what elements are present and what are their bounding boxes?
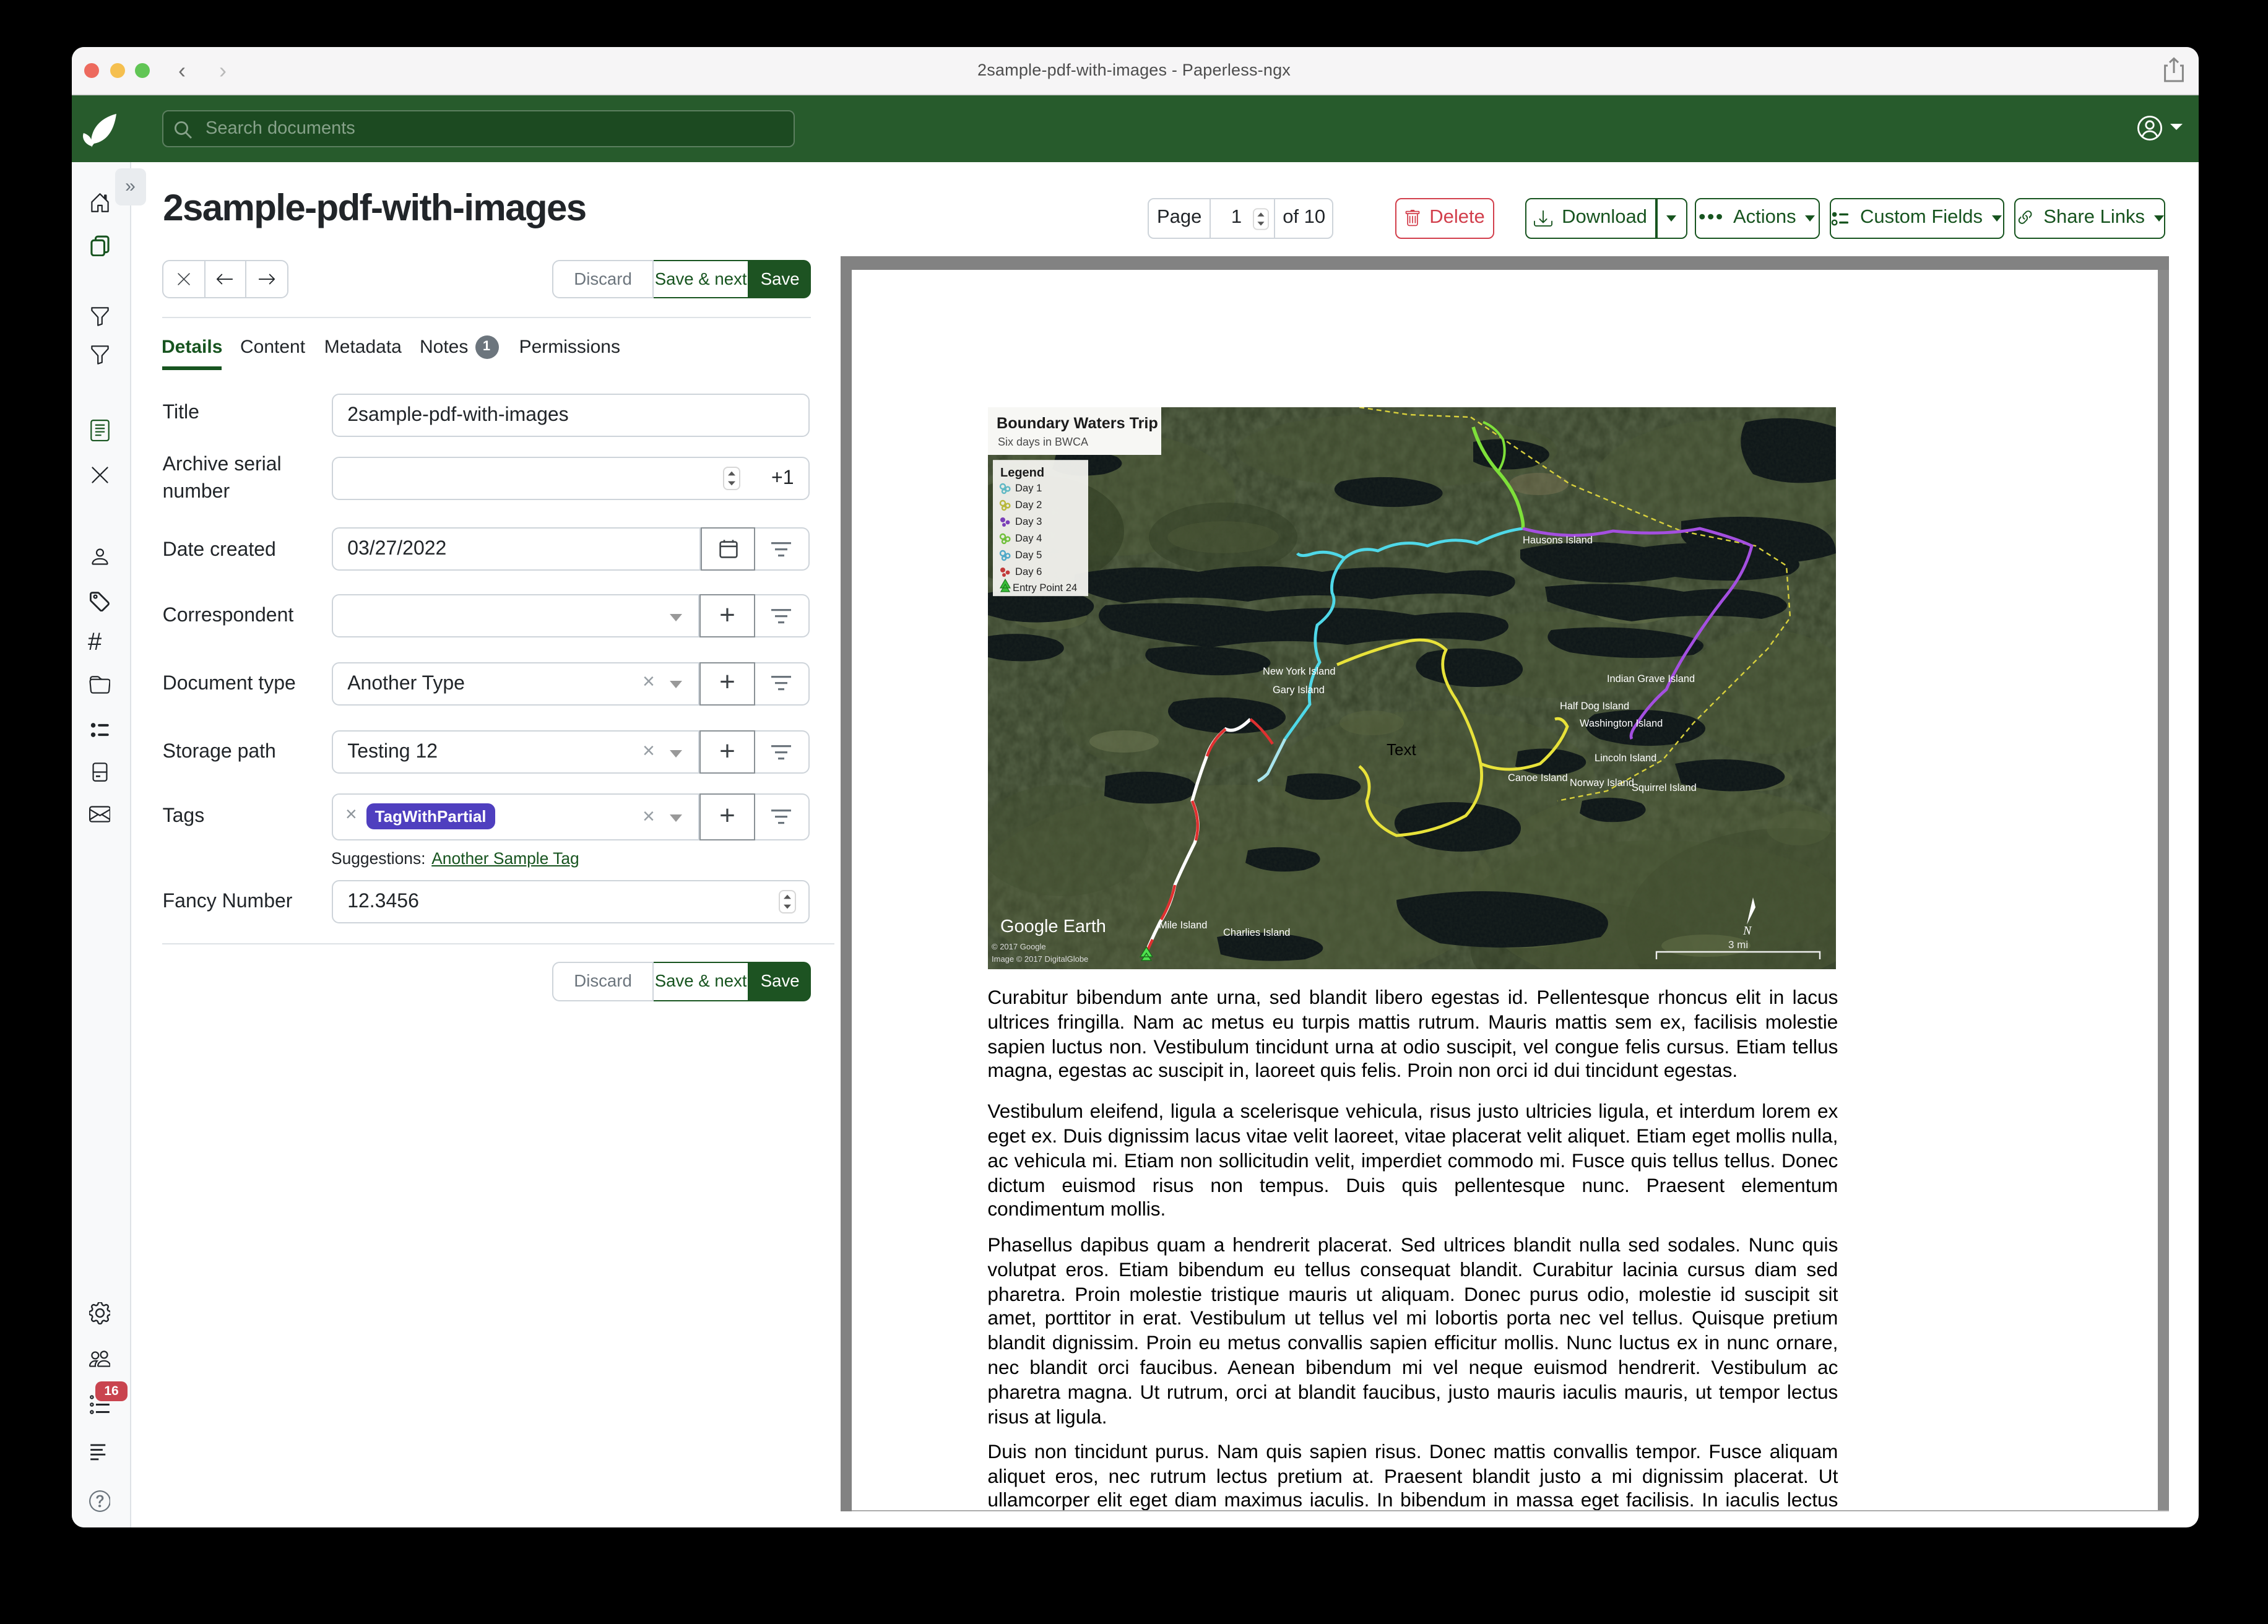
svg-text:Mile Island: Mile Island (1158, 920, 1206, 931)
svg-text:Legend: Legend (1000, 467, 1044, 480)
svg-text:Day 5: Day 5 (1015, 550, 1041, 561)
svg-text:© 2017 Google: © 2017 Google (991, 943, 1045, 952)
svg-text:Canoe Island: Canoe Island (1507, 773, 1567, 784)
svg-text:Hausons Island: Hausons Island (1522, 535, 1592, 546)
svg-text:Day 1: Day 1 (1015, 483, 1041, 495)
svg-text:Half Dog Island: Half Dog Island (1559, 701, 1629, 712)
svg-text:Day 6: Day 6 (1015, 566, 1041, 578)
svg-text:Charlies Island: Charlies Island (1223, 928, 1289, 939)
svg-text:New York Island: New York Island (1262, 667, 1335, 678)
svg-text:Six days in BWCA: Six days in BWCA (997, 436, 1088, 449)
svg-text:Squirrel Island: Squirrel Island (1631, 783, 1696, 794)
svg-text:Image © 2017 DigitalGlobe: Image © 2017 DigitalGlobe (991, 955, 1088, 964)
svg-text:Boundary Waters Trip: Boundary Waters Trip (996, 415, 1158, 433)
svg-text:Day 2: Day 2 (1015, 499, 1041, 511)
svg-text:Day 3: Day 3 (1015, 516, 1041, 528)
svg-text:Washington Island: Washington Island (1579, 719, 1662, 730)
svg-text:N: N (1742, 925, 1752, 938)
svg-text:Norway Island: Norway Island (1569, 778, 1634, 789)
svg-text:3 mi: 3 mi (1728, 939, 1747, 951)
svg-text:Gary Island: Gary Island (1272, 685, 1324, 696)
svg-text:Text: Text (1386, 741, 1416, 759)
svg-text:Google Earth: Google Earth (1000, 917, 1106, 937)
svg-text:Lincoln Island: Lincoln Island (1594, 753, 1656, 764)
svg-text:Day 4: Day 4 (1015, 533, 1041, 545)
svg-text:Indian Grave Island: Indian Grave Island (1606, 674, 1694, 685)
svg-text:Entry Point 24: Entry Point 24 (1012, 582, 1076, 594)
